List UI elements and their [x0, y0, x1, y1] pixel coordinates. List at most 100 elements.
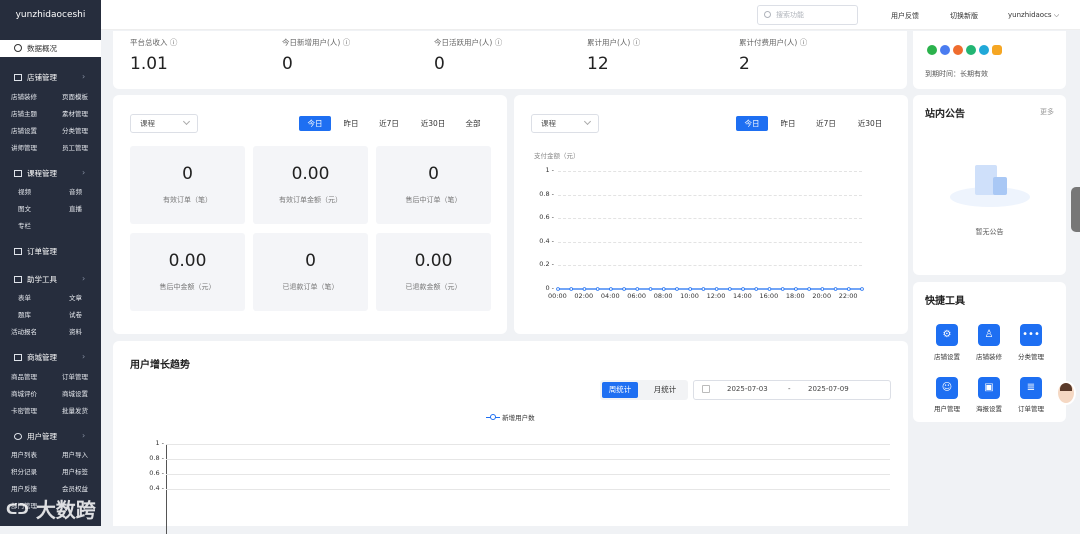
sidebar-item[interactable]: 用户反馈 — [11, 483, 37, 493]
sidebar-item[interactable]: 资料 — [69, 326, 82, 336]
data-point[interactable] — [701, 287, 706, 291]
switch-version-link[interactable]: 切换新版 — [950, 11, 978, 21]
sidebar-section-mall[interactable]: 商城管理 › — [14, 352, 85, 363]
sidebar-item[interactable]: 题库 — [18, 309, 31, 319]
search-input[interactable]: 搜索功能 — [757, 5, 858, 25]
sidebar-item[interactable]: 专栏 — [18, 220, 31, 230]
tab-all[interactable]: 全部 — [458, 116, 488, 131]
date-end[interactable]: 2025-07-09 — [808, 385, 849, 393]
sidebar-item[interactable]: 直播 — [69, 203, 82, 213]
sidebar-item[interactable]: 用户导入 — [62, 449, 88, 459]
dots-icon[interactable]: ••• — [1020, 324, 1042, 346]
data-point[interactable] — [622, 287, 626, 291]
quick-tool-label[interactable]: 订单管理 — [1011, 403, 1051, 413]
data-point[interactable] — [595, 287, 600, 291]
data-point[interactable] — [688, 287, 692, 291]
sidebar-item[interactable]: 视频 — [18, 186, 31, 196]
data-point[interactable] — [582, 287, 587, 291]
sidebar-item[interactable]: 试卷 — [69, 309, 82, 319]
sidebar-item[interactable]: 文章 — [69, 292, 82, 302]
app-icon[interactable] — [979, 45, 989, 55]
tab-weekly[interactable]: 周统计 — [602, 382, 638, 398]
sidebar-item[interactable]: 商城设置 — [62, 388, 88, 398]
pc-icon[interactable] — [992, 45, 1002, 55]
gear-icon[interactable]: ⚙ — [936, 324, 958, 346]
wechat-icon[interactable] — [927, 45, 937, 55]
data-point[interactable] — [569, 287, 574, 291]
scrollbar-handle[interactable] — [1071, 187, 1080, 232]
sidebar-item[interactable]: 表单 — [18, 292, 31, 302]
feedback-link[interactable]: 用户反馈 — [891, 11, 919, 21]
data-point[interactable] — [675, 287, 679, 291]
sidebar-section-shop[interactable]: 店铺管理 › — [14, 72, 85, 83]
tab-today[interactable]: 今日 — [299, 116, 331, 131]
data-point[interactable] — [741, 287, 745, 291]
data-point[interactable] — [833, 287, 838, 291]
quick-tool-label[interactable]: 用户管理 — [927, 403, 967, 413]
sidebar-item[interactable]: 会员权益 — [62, 483, 88, 493]
tab-7days[interactable]: 近7日 — [374, 116, 404, 131]
course-select[interactable]: 课程 — [130, 114, 198, 133]
document-icon[interactable]: ≣ — [1020, 377, 1042, 399]
tab-7days[interactable]: 近7日 — [811, 116, 841, 131]
sidebar-item[interactable]: 素材管理 — [62, 108, 88, 118]
sidebar-section-tools[interactable]: 助学工具 › — [14, 274, 85, 285]
sidebar-item[interactable]: 批量发货 — [62, 405, 88, 415]
tab-monthly[interactable]: 月统计 — [646, 382, 684, 398]
data-point[interactable] — [714, 287, 719, 291]
sidebar-item-data-overview[interactable]: 数据概况 — [0, 40, 101, 57]
user-menu[interactable]: yunzhidaocs ⌵ — [1008, 11, 1059, 20]
image-icon[interactable]: ▣ — [978, 377, 1000, 399]
data-point[interactable] — [767, 287, 772, 291]
sidebar-item[interactable]: 分类管理 — [62, 125, 88, 135]
sidebar-item[interactable]: 音频 — [69, 186, 82, 196]
sidebar-section-users[interactable]: 用户管理 › — [14, 431, 85, 442]
legend-item[interactable]: 新增用户数 — [486, 412, 535, 422]
data-point[interactable] — [780, 287, 785, 291]
tab-30days[interactable]: 近30日 — [851, 116, 889, 131]
tab-30days[interactable]: 近30日 — [414, 116, 452, 131]
sidebar-item[interactable]: 员工管理 — [62, 142, 88, 152]
quick-tool-label[interactable]: 分类管理 — [1011, 351, 1051, 361]
sidebar-item[interactable]: 卡密管理 — [11, 405, 37, 415]
data-point[interactable] — [754, 287, 759, 291]
miniapp-icon[interactable] — [966, 45, 976, 55]
data-point[interactable] — [807, 287, 811, 291]
date-range-picker[interactable]: 2025-07-03 - 2025-07-09 — [693, 380, 891, 400]
sidebar-section-orders[interactable]: 订单管理 — [14, 246, 57, 257]
user-icon[interactable]: ☺ — [936, 377, 958, 399]
tab-yesterday[interactable]: 昨日 — [336, 116, 366, 131]
data-point[interactable] — [635, 287, 640, 291]
weibo-icon[interactable] — [953, 45, 963, 55]
sidebar-item[interactable]: 图文 — [18, 203, 31, 213]
data-point[interactable] — [846, 287, 851, 291]
sidebar-item[interactable]: 积分记录 — [11, 466, 37, 476]
course-select[interactable]: 课程 — [531, 114, 599, 133]
data-point[interactable] — [860, 287, 864, 291]
link-icon[interactable] — [940, 45, 950, 55]
data-point[interactable] — [794, 287, 798, 291]
data-point[interactable] — [648, 287, 653, 291]
sidebar-item[interactable]: 页面模板 — [62, 91, 88, 101]
sidebar-item[interactable]: 活动报名 — [11, 326, 37, 336]
data-point[interactable] — [728, 287, 732, 291]
date-start[interactable]: 2025-07-03 — [727, 385, 768, 393]
sidebar-item[interactable]: 店铺设置 — [11, 125, 37, 135]
sidebar-item[interactable]: 店铺主题 — [11, 108, 37, 118]
sidebar-item[interactable]: 店铺装修 — [11, 91, 37, 101]
sidebar-section-course[interactable]: 课程管理 › — [14, 168, 85, 179]
data-point[interactable] — [609, 287, 613, 291]
quick-tool-label[interactable]: 店铺设置 — [927, 351, 967, 361]
notice-more-link[interactable]: 更多 — [1040, 107, 1054, 117]
sidebar-item[interactable]: 商品管理 — [11, 371, 37, 381]
data-point[interactable] — [556, 287, 560, 291]
quick-tool-label[interactable]: 海报设置 — [969, 403, 1009, 413]
sidebar-item[interactable]: 讲师管理 — [11, 142, 37, 152]
shirt-icon[interactable]: ♙ — [978, 324, 1000, 346]
data-point[interactable] — [661, 287, 666, 291]
sidebar-item[interactable]: 用户标签 — [62, 466, 88, 476]
tab-today[interactable]: 今日 — [736, 116, 768, 131]
sidebar-item[interactable]: 商城评价 — [11, 388, 37, 398]
tab-yesterday[interactable]: 昨日 — [773, 116, 803, 131]
sidebar-item[interactable]: 用户列表 — [11, 449, 37, 459]
